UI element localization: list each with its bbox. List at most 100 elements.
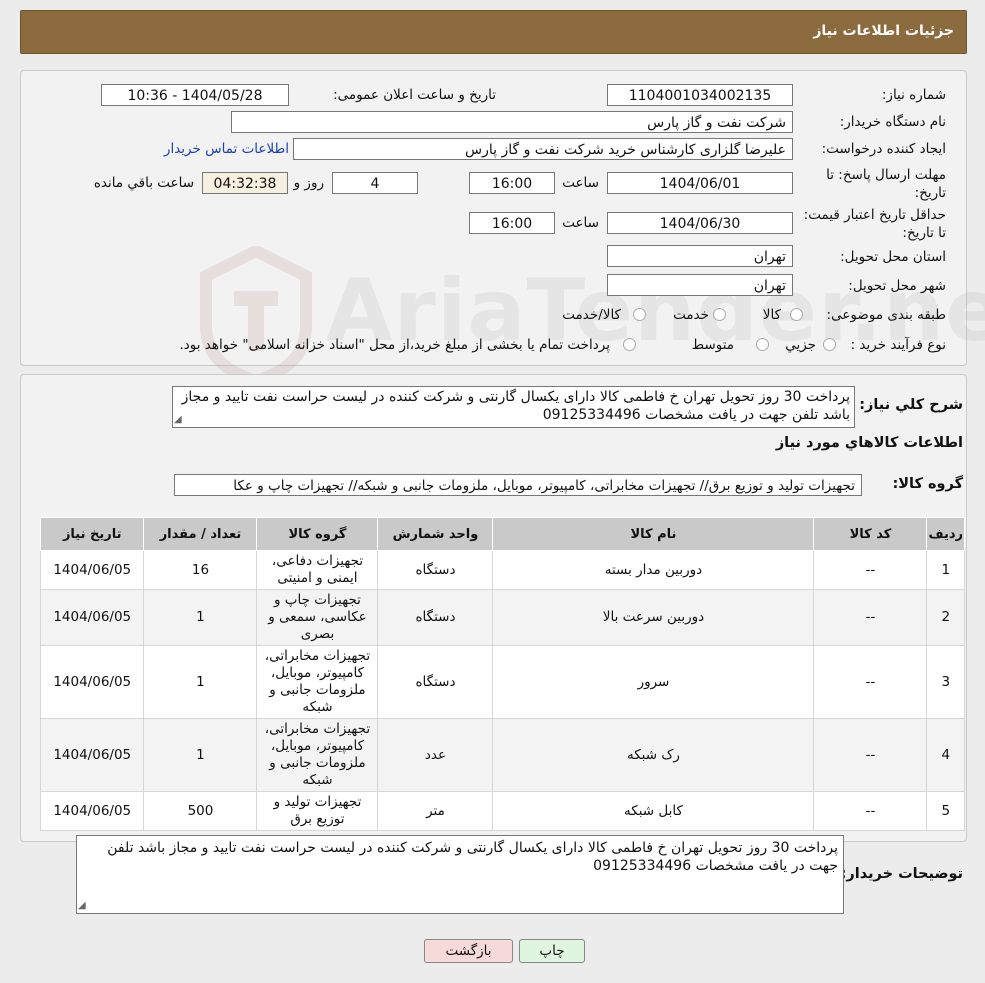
item-unit: عدد [377, 718, 494, 792]
table-row: 1 -- دوربین مدار بسته دستگاه تجهیزات دفا… [39, 550, 965, 590]
page-title: جزئیات اطلاعات نیاز [813, 23, 954, 39]
table-row: 4 -- رک شبکه عدد تجهیزات مخابراتی، کامپی… [39, 718, 965, 792]
items-table: ردیف کد کالا نام کالا واحد شمارش گروه کا… [39, 517, 965, 831]
buyer-contact-link[interactable]: اطلاعات تماس خریدار [164, 141, 289, 157]
process-treasury-radio[interactable] [623, 338, 636, 351]
category-label: طبقه بندی موضوعی: [826, 307, 946, 323]
row-number: 3 [926, 645, 965, 719]
validity-date-field: 1404/06/30 [607, 212, 793, 234]
item-code: -- [813, 791, 928, 831]
validity-time-field: 16:00 [469, 212, 555, 234]
category-option-goods: کالا [762, 307, 781, 323]
process-radio-medium[interactable] [756, 338, 769, 351]
table-row: 2 -- دوربین سرعت بالا دستگاه تجهیزات چاپ… [39, 589, 965, 646]
page-header: جزئیات اطلاعات نیاز [20, 10, 967, 54]
need-number-label: شماره نیاز: [881, 87, 946, 103]
col-row: ردیف [926, 517, 965, 551]
category-option-service: خدمت [673, 307, 709, 323]
item-qty: 1 [143, 589, 258, 646]
item-date: 1404/06/05 [39, 791, 145, 831]
col-date: تاریخ نیاز [39, 517, 145, 551]
deadline-time-field: 16:00 [469, 172, 555, 194]
deadline-date-field: 1404/06/01 [607, 172, 793, 194]
announce-label: تاریخ و ساعت اعلان عمومی: [333, 87, 496, 103]
item-group: تجهیزات دفاعی، ایمنی و امنیتی [256, 550, 379, 590]
item-qty: 500 [143, 791, 258, 831]
city-field: تهران [607, 274, 793, 296]
category-option-goods-service: کالا/خدمت [562, 307, 621, 323]
item-date: 1404/06/05 [39, 645, 145, 719]
notes-resize-grip-icon[interactable]: ◢ [78, 900, 86, 911]
process-label: نوع فرآیند خرید : [850, 337, 946, 353]
item-code: -- [813, 589, 928, 646]
process-note: پرداخت تمام یا بخشی از مبلغ خرید،از محل … [179, 337, 610, 353]
buyer-org-label: نام دستگاه خریدار: [839, 114, 946, 130]
col-group: گروه کالا [256, 517, 379, 551]
item-code: -- [813, 550, 928, 590]
col-qty: تعداد / مقدار [143, 517, 258, 551]
validity-label: حداقل تاریخ اعتبار قیمت: تا تاریخ: [803, 207, 946, 241]
days-field: 4 [332, 172, 418, 194]
item-group: تجهیزات مخابراتی، کامپیوتر، موبایل، ملزو… [256, 718, 379, 792]
item-qty: 1 [143, 645, 258, 719]
watermark-logo-icon [200, 246, 312, 386]
item-qty: 16 [143, 550, 258, 590]
summary-textarea[interactable]: پرداخت 30 روز تحویل تهران خ فاطمی کالا د… [172, 386, 855, 428]
process-radio-minor[interactable] [823, 338, 836, 351]
table-row: 5 -- کابل شبکه متر تجهیزات تولید و توزیع… [39, 791, 965, 831]
province-label: استان محل تحویل: [840, 249, 946, 265]
remaining-label: ساعت باقي مانده [93, 175, 194, 191]
back-button[interactable]: بازگشت [424, 939, 513, 963]
announce-field: 1404/05/28 - 10:36 [101, 84, 289, 106]
days-label: روز و [293, 175, 324, 191]
row-number: 2 [926, 589, 965, 646]
item-unit: دستگاه [377, 645, 494, 719]
deadline-label: مهلت ارسال پاسخ: تا تاریخ: [826, 167, 946, 201]
category-radio-service[interactable] [713, 308, 726, 321]
notes-textarea[interactable]: پرداخت 30 روز تحویل تهران خ فاطمی کالا د… [76, 835, 844, 914]
item-group: تجهیزات تولید و توزیع برق [256, 791, 379, 831]
creator-field: علیرضا گلزاری کارشناس خرید شرکت نفت و گا… [293, 138, 793, 160]
summary-label: شرح کلي نياز: [859, 397, 963, 413]
item-date: 1404/06/05 [39, 589, 145, 646]
group-field: تجهیزات تولید و توزیع برق// تجهیزات مخاب… [174, 474, 862, 496]
table-header-row: ردیف کد کالا نام کالا واحد شمارش گروه کا… [39, 517, 965, 551]
item-name: سرور [492, 645, 815, 719]
buyer-org-field: شرکت نفت و گاز پارس [231, 111, 793, 133]
item-code: -- [813, 645, 928, 719]
col-name: نام کالا [492, 517, 815, 551]
item-name: دوربین مدار بسته [492, 550, 815, 590]
remaining-time-field: 04:32:38 [202, 172, 288, 194]
items-section-title: اطلاعات کالاهاي مورد نياز [775, 435, 963, 451]
process-option-medium: متوسط [691, 337, 734, 353]
item-date: 1404/06/05 [39, 550, 145, 590]
item-group: تجهیزات مخابراتی، کامپیوتر، موبایل، ملزو… [256, 645, 379, 719]
item-group: تجهیزات چاپ و عکاسی، سمعی و بصری [256, 589, 379, 646]
city-label: شهر محل تحویل: [848, 278, 946, 294]
need-number-field: 1104001034002135 [607, 84, 793, 106]
deadline-time-label: ساعت [562, 175, 599, 191]
item-name: کابل شبکه [492, 791, 815, 831]
validity-time-label: ساعت [562, 215, 599, 231]
item-unit: متر [377, 791, 494, 831]
creator-label: ایجاد کننده درخواست: [821, 141, 946, 157]
print-button[interactable]: چاپ [519, 939, 585, 963]
table-row: 3 -- سرور دستگاه تجهیزات مخابراتی، کامپی… [39, 645, 965, 719]
item-unit: دستگاه [377, 550, 494, 590]
item-date: 1404/06/05 [39, 718, 145, 792]
item-unit: دستگاه [377, 589, 494, 646]
category-radio-goods-service[interactable] [633, 308, 646, 321]
row-number: 1 [926, 550, 965, 590]
summary-resize-grip-icon[interactable]: ◢ [174, 414, 182, 425]
item-name: دوربین سرعت بالا [492, 589, 815, 646]
row-number: 5 [926, 791, 965, 831]
item-code: -- [813, 718, 928, 792]
col-code: کد کالا [813, 517, 928, 551]
notes-label: توضیحات خریدار: [840, 866, 963, 882]
item-qty: 1 [143, 718, 258, 792]
col-unit: واحد شمارش [377, 517, 494, 551]
row-number: 4 [926, 718, 965, 792]
group-label: گروه کالا: [892, 476, 963, 492]
process-option-minor: جزیي [785, 337, 816, 353]
category-radio-goods[interactable] [790, 308, 803, 321]
